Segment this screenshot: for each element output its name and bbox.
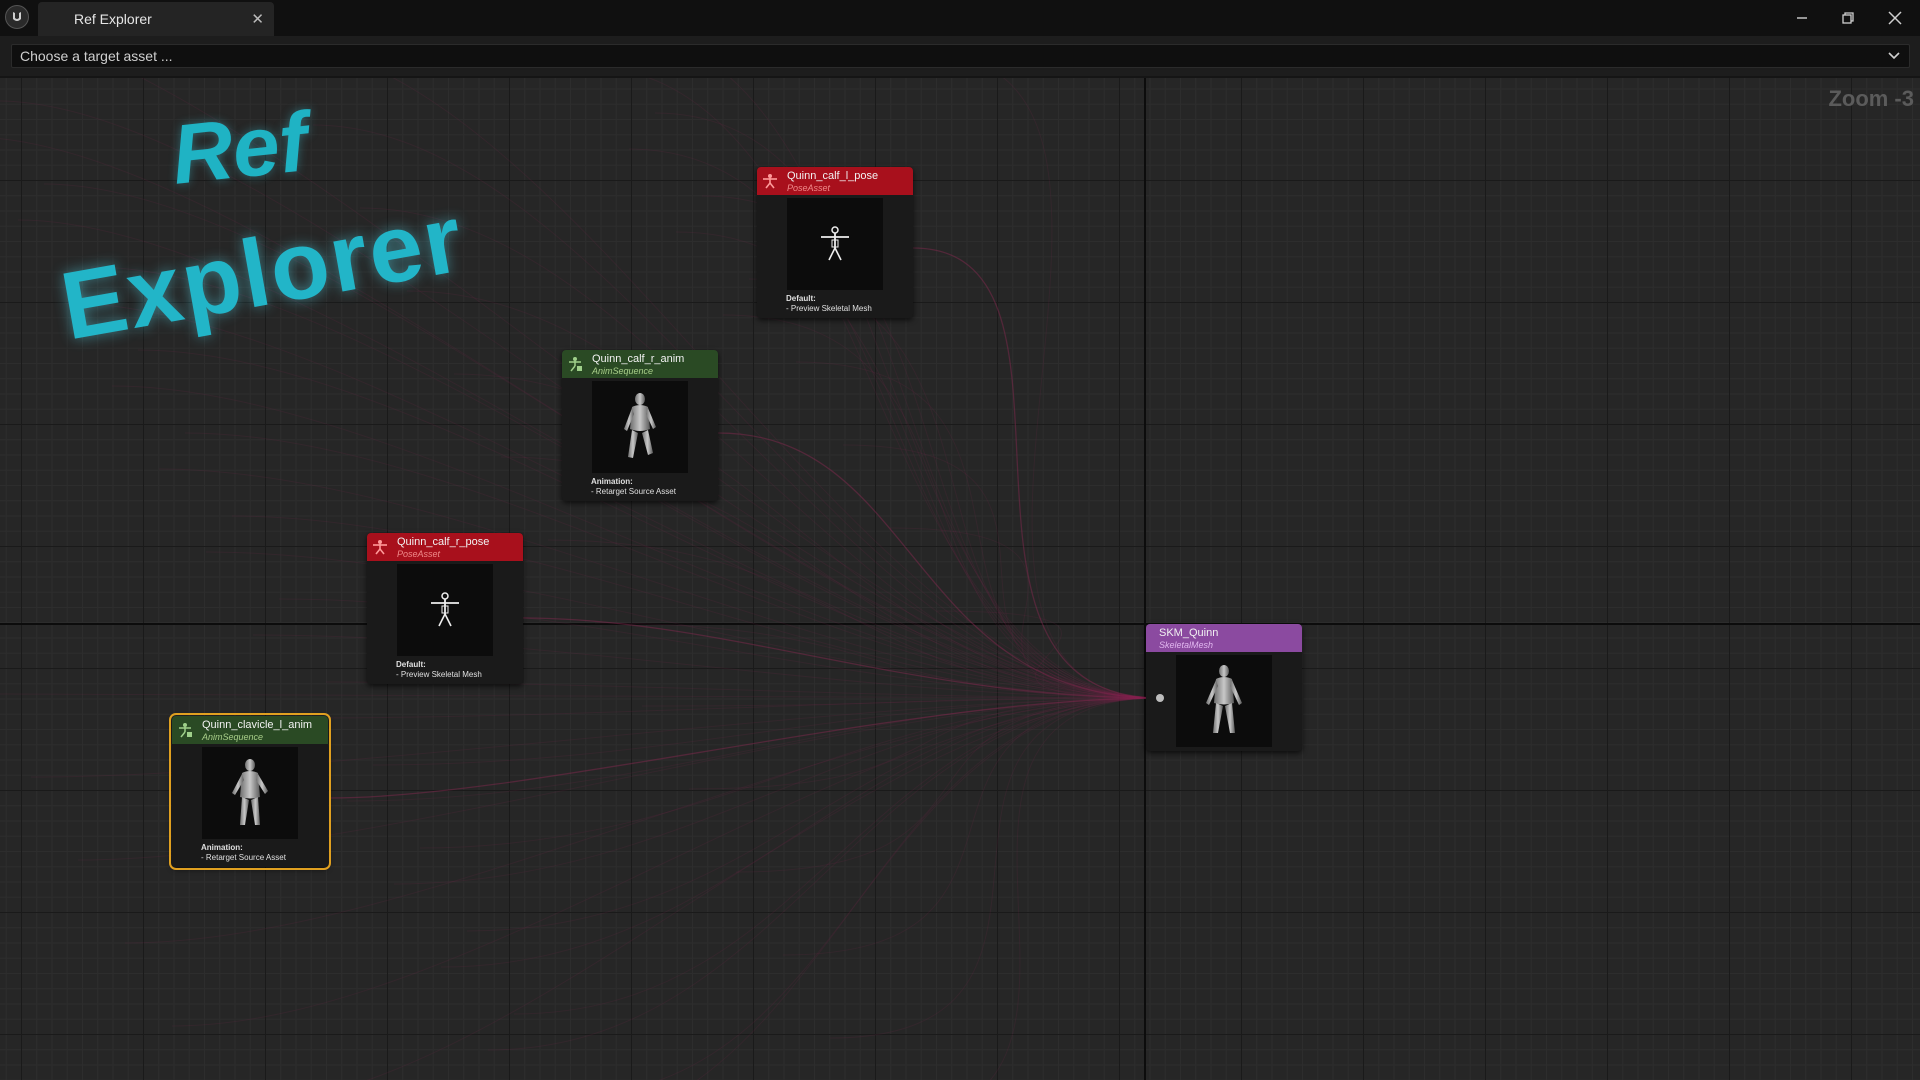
node-skm-quinn[interactable]: SKM_Quinn SkeletalMesh xyxy=(1146,624,1302,751)
target-asset-placeholder: Choose a target asset ... xyxy=(20,48,173,64)
pose-asset-icon xyxy=(373,540,387,555)
node-type: AnimSequence xyxy=(592,366,654,376)
node-header: Quinn_calf_r_anim AnimSequence xyxy=(562,350,718,378)
node-input-pin[interactable] xyxy=(1156,694,1164,702)
node-type: PoseAsset xyxy=(397,549,441,559)
anim-sequence-icon xyxy=(179,723,192,738)
node-info-item: - Preview Skeletal Mesh xyxy=(786,304,872,313)
node-type: AnimSequence xyxy=(202,732,264,742)
tab-close-icon[interactable]: ✕ xyxy=(251,10,264,28)
ref-explorer-logo-line1: Ref xyxy=(167,94,312,202)
node-thumbnail xyxy=(202,747,298,839)
anim-sequence-icon xyxy=(569,357,582,372)
node-reference-info: Animation: - Retarget Source Asset xyxy=(562,473,718,501)
tab-ref-explorer[interactable]: Ref Explorer ✕ xyxy=(38,2,274,36)
node-title: Quinn_calf_l_pose xyxy=(787,170,879,182)
unreal-logo-icon[interactable] xyxy=(5,5,29,29)
node-header: Quinn_calf_l_pose PoseAsset xyxy=(757,167,913,195)
node-header: SKM_Quinn SkeletalMesh xyxy=(1146,624,1302,652)
node-quinn-calf-l-pose[interactable]: Quinn_calf_l_pose PoseAsset Default: - P… xyxy=(757,167,913,318)
node-header: Quinn_clavicle_l_anim AnimSequence xyxy=(172,716,328,744)
node-thumbnail xyxy=(397,564,493,656)
mannequin-icon xyxy=(624,393,656,458)
node-reference-info: Animation: - Retarget Source Asset xyxy=(172,839,328,867)
node-quinn-clavicle-l-anim[interactable]: Quinn_clavicle_l_anim AnimSequence Anima… xyxy=(169,713,331,870)
node-info-heading: Default: xyxy=(396,660,426,669)
graph-canvas[interactable]: Zoom -3 Ref Explorer Quinn_calf_l_pose P… xyxy=(0,78,1920,1080)
mannequin-icon xyxy=(1206,665,1242,733)
target-asset-combo[interactable]: Choose a target asset ... xyxy=(11,44,1910,68)
node-type: PoseAsset xyxy=(787,183,831,193)
restore-icon xyxy=(1842,12,1854,24)
title-bar: Ref Explorer ✕ xyxy=(0,0,1920,36)
node-reference-info: Default: - Preview Skeletal Mesh xyxy=(757,290,913,318)
node-info-heading: Animation: xyxy=(201,843,243,852)
node-title: Quinn_calf_r_pose xyxy=(397,536,490,548)
close-icon xyxy=(1888,11,1902,25)
node-quinn-calf-r-anim[interactable]: Quinn_calf_r_anim AnimSequence Animation… xyxy=(562,350,718,501)
node-quinn-calf-r-pose[interactable]: Quinn_calf_r_pose PoseAsset Default: - P… xyxy=(367,533,523,684)
node-title: Quinn_clavicle_l_anim xyxy=(202,719,313,731)
tab-label: Ref Explorer xyxy=(74,11,152,27)
node-title: SKM_Quinn xyxy=(1159,627,1219,639)
node-thumbnail xyxy=(1176,655,1272,747)
node-header: Quinn_calf_r_pose PoseAsset xyxy=(367,533,523,561)
minimize-button[interactable] xyxy=(1790,6,1814,30)
node-thumbnail xyxy=(592,381,688,473)
zoom-label: Zoom -3 xyxy=(1828,86,1914,111)
node-type: SkeletalMesh xyxy=(1159,640,1214,650)
skeleton-t-pose-icon xyxy=(821,226,849,261)
chevron-down-icon xyxy=(1888,52,1900,60)
node-info-item: - Preview Skeletal Mesh xyxy=(396,670,482,679)
close-window-button[interactable] xyxy=(1883,6,1907,30)
node-title: Quinn_calf_r_anim xyxy=(592,353,685,365)
node-info-heading: Animation: xyxy=(591,477,633,486)
node-thumbnail xyxy=(787,198,883,290)
minimize-icon xyxy=(1797,17,1807,19)
node-info-heading: Default: xyxy=(786,294,816,303)
node-reference-info: Default: - Preview Skeletal Mesh xyxy=(367,656,523,684)
pose-asset-icon xyxy=(763,174,777,189)
node-info-item: - Retarget Source Asset xyxy=(591,487,676,496)
restore-button[interactable] xyxy=(1836,6,1860,30)
skeleton-t-pose-icon xyxy=(431,592,459,627)
node-info-item: - Retarget Source Asset xyxy=(201,853,286,862)
mannequin-icon xyxy=(232,759,268,825)
